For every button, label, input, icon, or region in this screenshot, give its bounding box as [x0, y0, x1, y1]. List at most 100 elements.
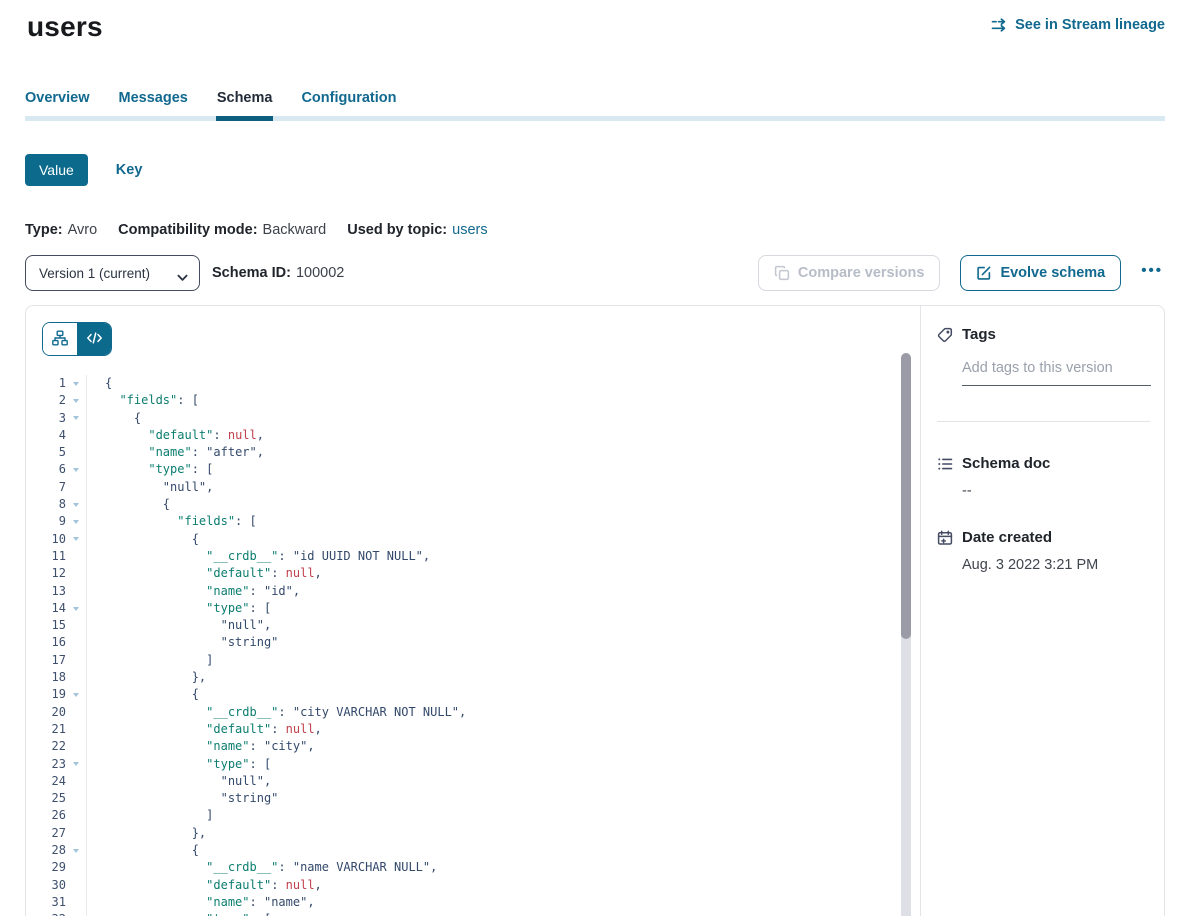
line-number: 7: [26, 479, 66, 496]
code-line: 12 "default": null,: [26, 565, 920, 582]
schema-sidebar: Tags Schema doc --: [920, 306, 1164, 916]
code-line: 31 "name": "name",: [26, 894, 920, 911]
used-by-topic-label: Used by topic:: [347, 222, 447, 238]
code-line: 32 "type": [: [26, 911, 920, 916]
line-number: 19: [26, 686, 66, 703]
fold-spacer: [66, 894, 86, 911]
fold-toggle-icon[interactable]: [66, 842, 86, 859]
fold-toggle-icon[interactable]: [66, 756, 86, 773]
code-view-icon: [86, 331, 103, 348]
line-number: 15: [26, 617, 66, 634]
fold-toggle-icon[interactable]: [66, 600, 86, 617]
line-number: 16: [26, 634, 66, 651]
code-line: 3 {: [26, 410, 920, 427]
code-text: },: [86, 669, 920, 686]
code-text: "type": [: [86, 600, 920, 617]
compare-versions-label: Compare versions: [798, 265, 925, 281]
date-created-header: Date created: [921, 529, 1164, 546]
line-number: 24: [26, 773, 66, 790]
code-text: "name": "name",: [86, 894, 920, 911]
code-line: 5 "name": "after",: [26, 444, 920, 461]
line-number: 12: [26, 565, 66, 582]
line-number: 31: [26, 894, 66, 911]
fold-spacer: [66, 583, 86, 600]
tab-overview[interactable]: Overview: [25, 90, 90, 116]
compatibility-label: Compatibility mode:: [118, 222, 257, 238]
scrollbar-thumb[interactable]: [901, 353, 911, 639]
compare-versions-button[interactable]: Compare versions: [758, 255, 941, 291]
calendar-plus-icon: [937, 530, 953, 546]
code-line: 11 "__crdb__": "id UUID NOT NULL",: [26, 548, 920, 565]
code-text: {: [86, 496, 920, 513]
fold-spacer: [66, 444, 86, 461]
code-line: 14 "type": [: [26, 600, 920, 617]
code-text: "default": null,: [86, 877, 920, 894]
code-line: 10 {: [26, 531, 920, 548]
fold-toggle-icon[interactable]: [66, 392, 86, 409]
code-text: "default": null,: [86, 565, 920, 582]
fold-toggle-icon[interactable]: [66, 686, 86, 703]
evolve-schema-button[interactable]: Evolve schema: [960, 255, 1121, 291]
code-line: 30 "default": null,: [26, 877, 920, 894]
type-value: Avro: [68, 222, 98, 238]
fold-spacer: [66, 773, 86, 790]
code-line: 1{: [26, 375, 920, 392]
tab-schema[interactable]: Schema: [217, 90, 273, 116]
version-bar: Version 1 (current) Schema ID: 100002: [25, 255, 1165, 291]
used-by-topic-link[interactable]: users: [452, 222, 487, 238]
code-line: 28 {: [26, 842, 920, 859]
code-text: "__crdb__": "name VARCHAR NULL",: [86, 859, 920, 876]
stream-lineage-label: See in Stream lineage: [1015, 17, 1165, 33]
schema-id-label: Schema ID:: [212, 265, 291, 281]
code-line: 15 "null",: [26, 617, 920, 634]
tab-messages[interactable]: Messages: [119, 90, 188, 116]
version-select[interactable]: Version 1 (current): [25, 255, 200, 291]
more-options-button[interactable]: •••: [1141, 262, 1165, 285]
fold-toggle-icon[interactable]: [66, 375, 86, 392]
stream-lineage-link[interactable]: See in Stream lineage: [991, 17, 1165, 33]
code-line: 27 },: [26, 825, 920, 842]
fold-spacer: [66, 565, 86, 582]
schema-doc-header: Schema doc: [921, 455, 1164, 472]
schema-page: users See in Stream lineage Overview Mes…: [0, 0, 1189, 916]
fold-spacer: [66, 877, 86, 894]
key-tab-button[interactable]: Key: [116, 162, 143, 178]
tree-view-button[interactable]: [43, 323, 77, 355]
code-text: "name": "after",: [86, 444, 920, 461]
code-view-button[interactable]: [77, 323, 111, 355]
page-title: users: [27, 10, 103, 44]
code-line: 4 "default": null,: [26, 427, 920, 444]
code-text: "fields": [: [86, 513, 920, 530]
code-line: 8 {: [26, 496, 920, 513]
fold-toggle-icon[interactable]: [66, 531, 86, 548]
code-line: 23 "type": [: [26, 756, 920, 773]
fold-toggle-icon[interactable]: [66, 461, 86, 478]
code-text: {: [86, 686, 920, 703]
line-number: 22: [26, 738, 66, 755]
tab-configuration[interactable]: Configuration: [301, 90, 396, 116]
code-text: "type": [: [86, 911, 920, 916]
line-number: 18: [26, 669, 66, 686]
date-created-value: Aug. 3 2022 3:21 PM: [962, 557, 1150, 573]
value-tab-button[interactable]: Value: [25, 154, 88, 186]
line-number: 11: [26, 548, 66, 565]
fold-toggle-icon[interactable]: [66, 911, 86, 916]
editor-scrollbar[interactable]: [901, 353, 911, 916]
code-line: 24 "null",: [26, 773, 920, 790]
tags-title: Tags: [962, 326, 996, 343]
fold-spacer: [66, 479, 86, 496]
fold-spacer: [66, 721, 86, 738]
line-number: 2: [26, 392, 66, 409]
fold-spacer: [66, 548, 86, 565]
tags-input[interactable]: [962, 360, 1151, 386]
evolve-schema-label: Evolve schema: [1000, 265, 1105, 281]
fold-toggle-icon[interactable]: [66, 513, 86, 530]
fold-toggle-icon[interactable]: [66, 496, 86, 513]
fold-spacer: [66, 617, 86, 634]
schema-doc-title: Schema doc: [962, 455, 1050, 472]
line-number: 10: [26, 531, 66, 548]
copy-icon: [774, 265, 790, 281]
date-created-title: Date created: [962, 529, 1052, 546]
fold-toggle-icon[interactable]: [66, 410, 86, 427]
code-text: "string": [86, 634, 920, 651]
